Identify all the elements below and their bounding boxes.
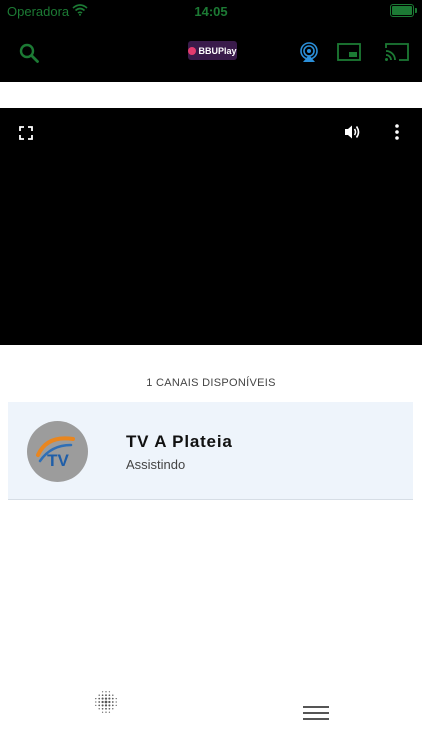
airplay-icon[interactable] [297,40,321,64]
channel-logo: TV [27,421,88,482]
volume-icon[interactable] [342,122,364,142]
top-bar: Operadora 14:05 BBUPlay [0,0,422,82]
fullscreen-icon[interactable] [17,124,35,142]
status-time: 14:05 [194,4,228,19]
play-logo-icon [188,46,197,55]
hamburger-menu-icon[interactable] [302,702,330,724]
channel-logo-text: TV [47,451,69,470]
channel-status: Assistindo [126,457,186,472]
search-icon[interactable] [16,40,42,66]
cast-icon[interactable] [383,40,411,64]
logo-text: BBUPlay [198,45,237,56]
video-player[interactable] [0,108,422,345]
more-vertical-icon[interactable] [390,122,404,142]
battery-icon [390,4,417,17]
channel-list-item[interactable]: TV TV A Plateia Assistindo [8,402,413,500]
channel-name: TV A Plateia [126,432,233,451]
dot-grid-icon[interactable] [92,688,120,716]
app-logo: BBUPlay [188,41,237,60]
channels-count: 1 CANAIS DISPONÍVEIS [146,377,276,389]
picture-in-picture-icon[interactable] [336,40,362,64]
